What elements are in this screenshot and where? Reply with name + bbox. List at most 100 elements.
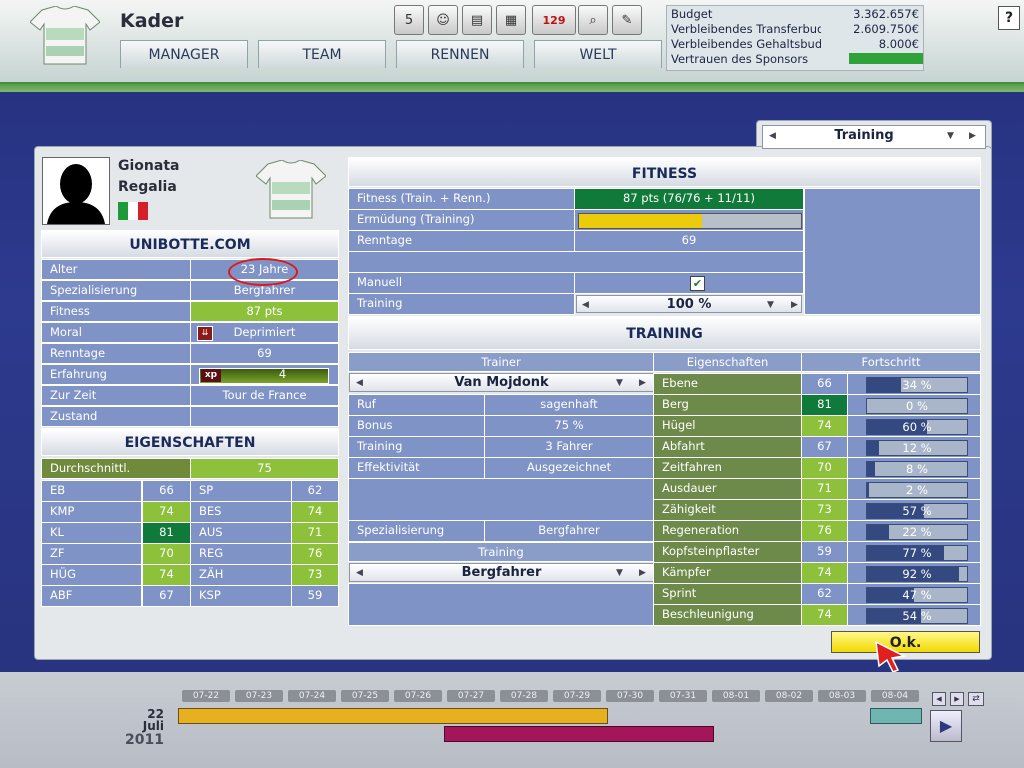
- arrow-right-icon[interactable]: ▶: [969, 126, 976, 146]
- arrow-left-icon[interactable]: ◀: [356, 374, 363, 392]
- timeline-day[interactable]: 07-26: [394, 690, 442, 702]
- timeline-day[interactable]: 07-29: [553, 690, 601, 702]
- race-block-next[interactable]: [870, 708, 922, 724]
- training-attr-value: 67: [801, 436, 848, 458]
- training-progress-bar: 12 %: [866, 440, 968, 456]
- rider-icon[interactable]: ☺: [428, 5, 458, 35]
- timeline-day[interactable]: 07-22: [182, 690, 230, 702]
- arrow-left-icon[interactable]: ◀: [582, 296, 589, 314]
- info-label: Zur Zeit: [41, 385, 191, 406]
- timeline-day[interactable]: 08-01: [712, 690, 760, 702]
- fitness-spacer: [348, 251, 804, 273]
- rider-portrait: [42, 157, 110, 225]
- attr-value: 76: [291, 543, 339, 565]
- attr-value: 70: [142, 543, 191, 565]
- timeline-day[interactable]: 07-24: [288, 690, 336, 702]
- attr-value: 74: [142, 564, 191, 586]
- training-progress-text: 2 %: [906, 483, 928, 497]
- timeline-day[interactable]: 08-02: [765, 690, 813, 702]
- race-block-tour[interactable]: [178, 708, 608, 724]
- training-progress-text: 8 %: [906, 462, 928, 476]
- italy-flag-icon: [118, 202, 148, 220]
- training-attr-name: Kopfsteinpflaster: [653, 541, 802, 563]
- nav-tab-welt[interactable]: WELT: [534, 40, 662, 68]
- arrow-left-icon[interactable]: ◀: [356, 564, 363, 582]
- training-progress-cell: 34 %: [847, 373, 981, 395]
- nav-tab-team[interactable]: TEAM: [258, 40, 386, 68]
- eigenschaften-title: EIGENSCHAFTEN: [41, 428, 339, 456]
- manual-label: Manuell: [348, 272, 575, 294]
- timeline-prev-icon[interactable]: ◀: [932, 692, 946, 706]
- help-button[interactable]: ?: [998, 6, 1020, 30]
- notes-icon[interactable]: ✎: [612, 5, 642, 35]
- calendar-icon[interactable]: 5: [394, 5, 424, 35]
- training-progress-cell: 60 %: [847, 415, 981, 437]
- timeline-day[interactable]: 07-27: [447, 690, 495, 702]
- trainer-info-value: 75 %: [484, 415, 654, 437]
- info-label: Alter: [41, 259, 191, 280]
- training-progress-cell: 77 %: [847, 541, 981, 563]
- training-intensity-select[interactable]: ◀ 100 % ▼ ▶: [576, 295, 802, 313]
- team-jersey-icon: [30, 6, 100, 65]
- fitness-title: FITNESS: [348, 157, 981, 187]
- training-attr-value: 74: [801, 562, 848, 584]
- trainer-info-label: Training: [348, 436, 485, 458]
- fitness-value: 87 pts (76/76 + 11/11): [574, 188, 804, 210]
- training-title: TRAINING: [348, 316, 981, 350]
- nav-tab-rennen[interactable]: RENNEN: [396, 40, 524, 68]
- avg-value: 75: [190, 458, 339, 479]
- info-label: Zustand: [41, 406, 191, 427]
- training-progress-cell: 47 %: [847, 583, 981, 605]
- search-icon[interactable]: ⌕: [578, 5, 608, 35]
- arrow-right-icon[interactable]: ▶: [639, 374, 646, 392]
- attr-value: 59: [291, 585, 339, 607]
- attr-code: SP: [190, 480, 292, 502]
- timeline-day[interactable]: 07-25: [341, 690, 389, 702]
- arrow-left-icon[interactable]: ◀: [769, 126, 776, 146]
- arrow-right-icon[interactable]: ▶: [791, 296, 798, 314]
- timeline-day[interactable]: 07-31: [659, 690, 707, 702]
- chevron-down-icon[interactable]: ▼: [616, 374, 623, 392]
- money-icon[interactable]: ▤: [462, 5, 492, 35]
- training-progress-text: 22 %: [902, 525, 932, 539]
- news-icon[interactable]: ▦: [496, 5, 526, 35]
- manual-checkbox[interactable]: ✔: [690, 276, 705, 291]
- trainer-spacer: [348, 478, 654, 521]
- training-progress-bar: 34 %: [866, 377, 968, 393]
- mail-icon[interactable]: 129: [532, 5, 576, 35]
- continue-play-icon[interactable]: ▶: [930, 710, 962, 742]
- timeline-day[interactable]: 07-30: [606, 690, 654, 702]
- rider-first-name: Gionata: [118, 158, 180, 174]
- timeline-day[interactable]: 07-28: [500, 690, 548, 702]
- attr-code: AUS: [190, 522, 292, 544]
- training-progress-text: 57 %: [902, 504, 932, 518]
- training-attr-value: 81: [801, 394, 848, 416]
- race-days-value: 69: [574, 230, 804, 252]
- info-label: Fitness: [41, 301, 191, 322]
- xp-badge: xp: [201, 369, 221, 382]
- attr-value: 71: [291, 522, 339, 544]
- chevron-down-icon[interactable]: ▼: [767, 296, 774, 314]
- timeline-next-icon[interactable]: ▶: [950, 692, 964, 706]
- chevron-down-icon[interactable]: ▼: [947, 126, 954, 146]
- training-progress-text: 60 %: [902, 420, 932, 434]
- timeline-day[interactable]: 08-04: [871, 690, 919, 702]
- trainer-info-value: Ausgezeichnet: [484, 457, 654, 479]
- page-title: Kader: [120, 10, 184, 32]
- arrow-right-icon[interactable]: ▶: [639, 564, 646, 582]
- nav-tab-manager[interactable]: MANAGER: [120, 40, 248, 68]
- training-progress-text: 92 %: [902, 567, 932, 581]
- salary-budget-value: 8.000€: [878, 37, 919, 51]
- trainer-select[interactable]: ◀ Van Mojdonk ▼ ▶: [349, 373, 654, 392]
- chevron-down-icon[interactable]: ▼: [616, 564, 623, 582]
- timeline-refresh-icon[interactable]: ⇄: [968, 692, 984, 706]
- training-attr-name: Zähigkeit: [653, 499, 802, 521]
- training-attr-value: 76: [801, 520, 848, 542]
- attr-code: BES: [190, 501, 292, 523]
- view-selector[interactable]: ◀ Training ▼ ▶: [762, 125, 986, 149]
- timeline-day[interactable]: 07-23: [235, 690, 283, 702]
- mouse-cursor-icon: [875, 640, 907, 673]
- training-plan-select[interactable]: ◀ Bergfahrer ▼ ▶: [349, 563, 654, 582]
- timeline-day[interactable]: 08-03: [818, 690, 866, 702]
- race-block-secondary[interactable]: [444, 726, 714, 742]
